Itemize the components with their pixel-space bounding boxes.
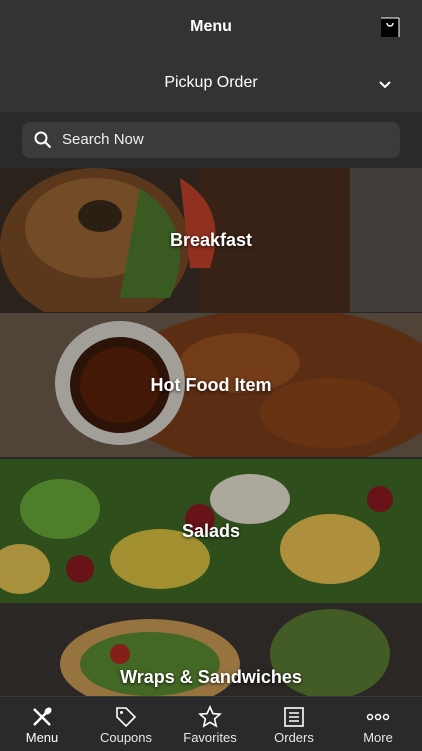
tag-icon: [116, 707, 137, 728]
tab-orders[interactable]: Orders: [252, 697, 336, 751]
tab-coupons[interactable]: Coupons: [84, 697, 168, 751]
list-icon: [284, 707, 304, 727]
search-icon: [34, 131, 52, 149]
tab-more[interactable]: More: [336, 697, 420, 751]
tab-label: More: [363, 730, 393, 745]
shopping-bag-icon[interactable]: [380, 16, 400, 38]
tab-label: Coupons: [99, 730, 153, 745]
search-input[interactable]: Search Now: [22, 122, 400, 158]
search-bar-container: Search Now: [0, 112, 422, 168]
order-type-selector[interactable]: Pickup Order: [0, 70, 422, 100]
category-label: Breakfast: [169, 230, 253, 250]
page-title: Menu: [190, 18, 232, 35]
chevron-down-icon: [379, 81, 391, 89]
utensils-icon: [33, 707, 52, 726]
category-salads[interactable]: Salads: [0, 459, 422, 603]
category-label: Wraps & Sandwiches: [120, 667, 302, 687]
more-icon: [366, 713, 390, 721]
star-icon: [198, 705, 222, 728]
category-hot-food-item[interactable]: Hot Food Item: [0, 313, 422, 457]
category-label: Hot Food Item: [150, 375, 272, 395]
tab-label: Favorites: [183, 730, 237, 745]
category-wraps-sandwiches[interactable]: Wraps & Sandwiches: [0, 604, 422, 696]
tab-menu[interactable]: Menu: [0, 697, 84, 751]
tab-label: Menu: [25, 730, 59, 745]
category-label: Salads: [181, 521, 241, 541]
search-placeholder: Search Now: [62, 131, 144, 148]
tab-favorites[interactable]: Favorites: [168, 697, 252, 751]
tab-bar: Menu Coupons Favorites Orders More: [0, 696, 422, 751]
header: Menu Pickup Order: [0, 0, 422, 112]
tab-label: Orders: [274, 730, 314, 745]
category-breakfast[interactable]: Breakfast: [0, 168, 422, 312]
order-type-label: Pickup Order: [164, 74, 258, 91]
